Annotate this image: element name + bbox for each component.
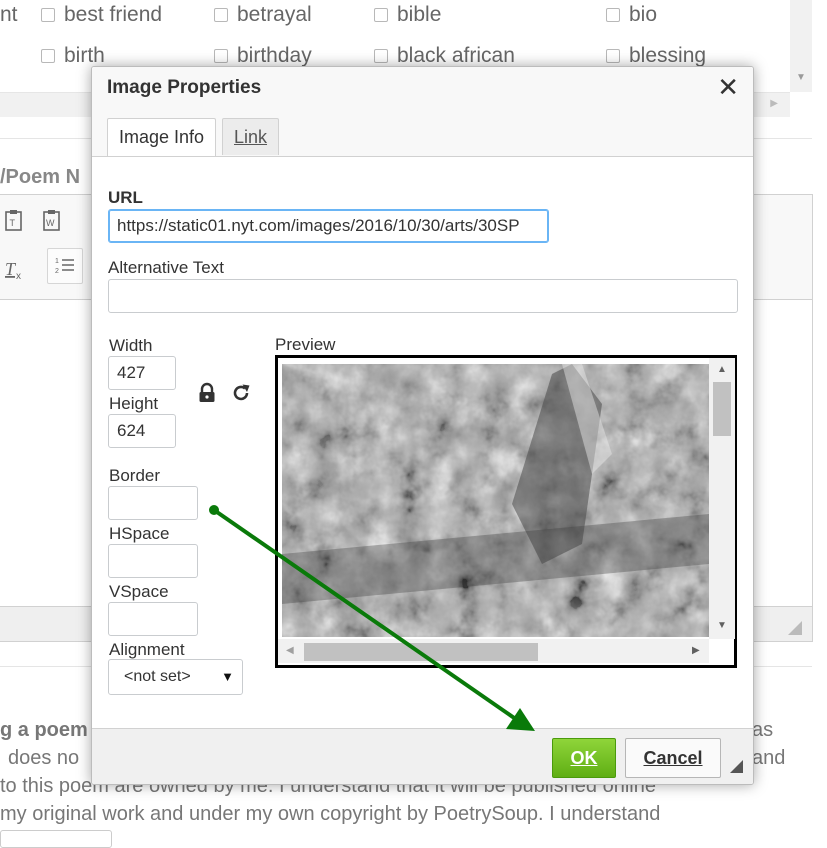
tag-label: nt bbox=[0, 3, 18, 26]
tag-label: blessing bbox=[629, 44, 707, 67]
tag-item[interactable]: blessing bbox=[606, 44, 706, 68]
tag-item[interactable]: bible bbox=[374, 3, 441, 27]
lock-icon[interactable] bbox=[196, 382, 218, 404]
chevron-down-icon[interactable]: ▼ bbox=[221, 669, 234, 684]
preview-label: Preview bbox=[275, 335, 336, 354]
checkbox[interactable] bbox=[41, 8, 55, 22]
width-input[interactable] bbox=[108, 356, 176, 390]
url-input[interactable] bbox=[108, 209, 549, 243]
alignment-selected-value: <not set> bbox=[124, 668, 191, 685]
dialog-titlebar[interactable]: Image Properties ✕ bbox=[92, 67, 753, 110]
tab-link[interactable]: Link bbox=[222, 118, 280, 155]
width-label: Width bbox=[109, 336, 153, 355]
paste-word-icon[interactable]: W bbox=[34, 203, 70, 239]
tag-label: bio bbox=[629, 3, 658, 26]
tag-item[interactable]: black african bbox=[374, 44, 515, 68]
image-preview: ▲ ▼ ◀ ▶ bbox=[275, 355, 737, 668]
scroll-up-arrow-icon[interactable]: ▲ bbox=[717, 364, 727, 375]
checkbox[interactable] bbox=[41, 49, 55, 63]
tag-item[interactable]: betrayal bbox=[214, 3, 312, 27]
reset-size-icon[interactable] bbox=[230, 382, 252, 404]
tag-item[interactable]: birth bbox=[41, 44, 105, 68]
url-label: URL bbox=[108, 188, 143, 207]
height-input[interactable] bbox=[108, 414, 176, 448]
agreement-bold-text: g a poem bbox=[0, 719, 88, 741]
tag-item[interactable]: bio bbox=[606, 3, 657, 27]
tag-item[interactable]: nt bbox=[0, 3, 18, 27]
tag-item[interactable]: best friend bbox=[41, 3, 162, 27]
dialog-footer: OK Cancel bbox=[92, 728, 753, 784]
border-input[interactable] bbox=[108, 486, 198, 520]
tag-label: black african bbox=[397, 44, 515, 67]
svg-text:W: W bbox=[46, 218, 55, 228]
preview-photo bbox=[282, 364, 709, 637]
tag-list-scrollbar[interactable]: ▼ bbox=[790, 0, 812, 92]
editor-resize-grip-icon[interactable] bbox=[788, 621, 802, 635]
dialog-resize-grip-icon[interactable] bbox=[730, 760, 743, 773]
svg-text:1: 1 bbox=[55, 258, 59, 265]
checkbox[interactable] bbox=[374, 8, 388, 22]
ok-button[interactable]: OK bbox=[552, 738, 616, 778]
height-label: Height bbox=[109, 394, 159, 413]
image-properties-dialog: Image Properties ✕ Image Info Link URL A… bbox=[91, 66, 754, 785]
border-label: Border bbox=[109, 466, 161, 485]
tag-item[interactable]: birthday bbox=[214, 44, 312, 68]
bottom-input[interactable] bbox=[0, 830, 112, 848]
scroll-down-arrow-icon[interactable]: ▼ bbox=[717, 620, 727, 631]
preview-horizontal-scrollbar[interactable]: ◀ ▶ bbox=[278, 639, 709, 663]
agreement-line-end: as bbox=[752, 719, 774, 741]
checkbox[interactable] bbox=[214, 49, 228, 63]
alignment-label: Alignment bbox=[109, 640, 185, 659]
agreement-line: my original work and under my own copyri… bbox=[0, 803, 661, 825]
scroll-right-arrow-icon[interactable]: ▶ bbox=[770, 98, 778, 109]
scroll-right-arrow-icon[interactable]: ▶ bbox=[692, 645, 700, 656]
tag-label: best friend bbox=[64, 3, 163, 26]
paste-text-icon[interactable]: T bbox=[0, 203, 32, 239]
vspace-input[interactable] bbox=[108, 602, 198, 636]
svg-text:2: 2 bbox=[55, 268, 59, 275]
scrollbar-thumb[interactable] bbox=[304, 643, 538, 661]
preview-vertical-scrollbar[interactable]: ▲ ▼ bbox=[709, 358, 735, 639]
tag-label: birth bbox=[64, 44, 105, 67]
tag-label: betrayal bbox=[237, 3, 312, 26]
numbered-list-icon[interactable]: 12 bbox=[47, 248, 83, 284]
cancel-button[interactable]: Cancel bbox=[625, 738, 721, 778]
hspace-input[interactable] bbox=[108, 544, 198, 578]
checkbox[interactable] bbox=[606, 8, 620, 22]
dialog-tabs: Image Info Link bbox=[92, 109, 753, 157]
vspace-label: VSpace bbox=[109, 582, 169, 601]
tag-label: bible bbox=[397, 3, 442, 26]
remove-format-icon[interactable]: Tx bbox=[0, 251, 32, 287]
svg-text:T: T bbox=[10, 218, 16, 228]
hspace-label: HSpace bbox=[109, 524, 170, 543]
checkbox[interactable] bbox=[374, 49, 388, 63]
poem-section-label: /Poem N bbox=[0, 166, 81, 188]
scrollbar-thumb[interactable] bbox=[713, 382, 731, 436]
scroll-left-arrow-icon[interactable]: ◀ bbox=[286, 645, 294, 656]
scroll-down-arrow-icon[interactable]: ▼ bbox=[796, 72, 806, 83]
agreement-line-end: and bbox=[752, 747, 786, 769]
alignment-select[interactable]: <not set> ▼ bbox=[108, 659, 243, 695]
dialog-title: Image Properties bbox=[107, 77, 262, 98]
tag-label: birthday bbox=[237, 44, 312, 67]
tab-image-info[interactable]: Image Info bbox=[107, 118, 217, 156]
checkbox[interactable] bbox=[214, 8, 228, 22]
alt-text-input[interactable] bbox=[108, 279, 738, 313]
close-icon[interactable]: ✕ bbox=[717, 73, 739, 101]
checkbox[interactable] bbox=[606, 49, 620, 63]
alt-text-label: Alternative Text bbox=[108, 258, 224, 277]
svg-text:x: x bbox=[16, 271, 21, 281]
